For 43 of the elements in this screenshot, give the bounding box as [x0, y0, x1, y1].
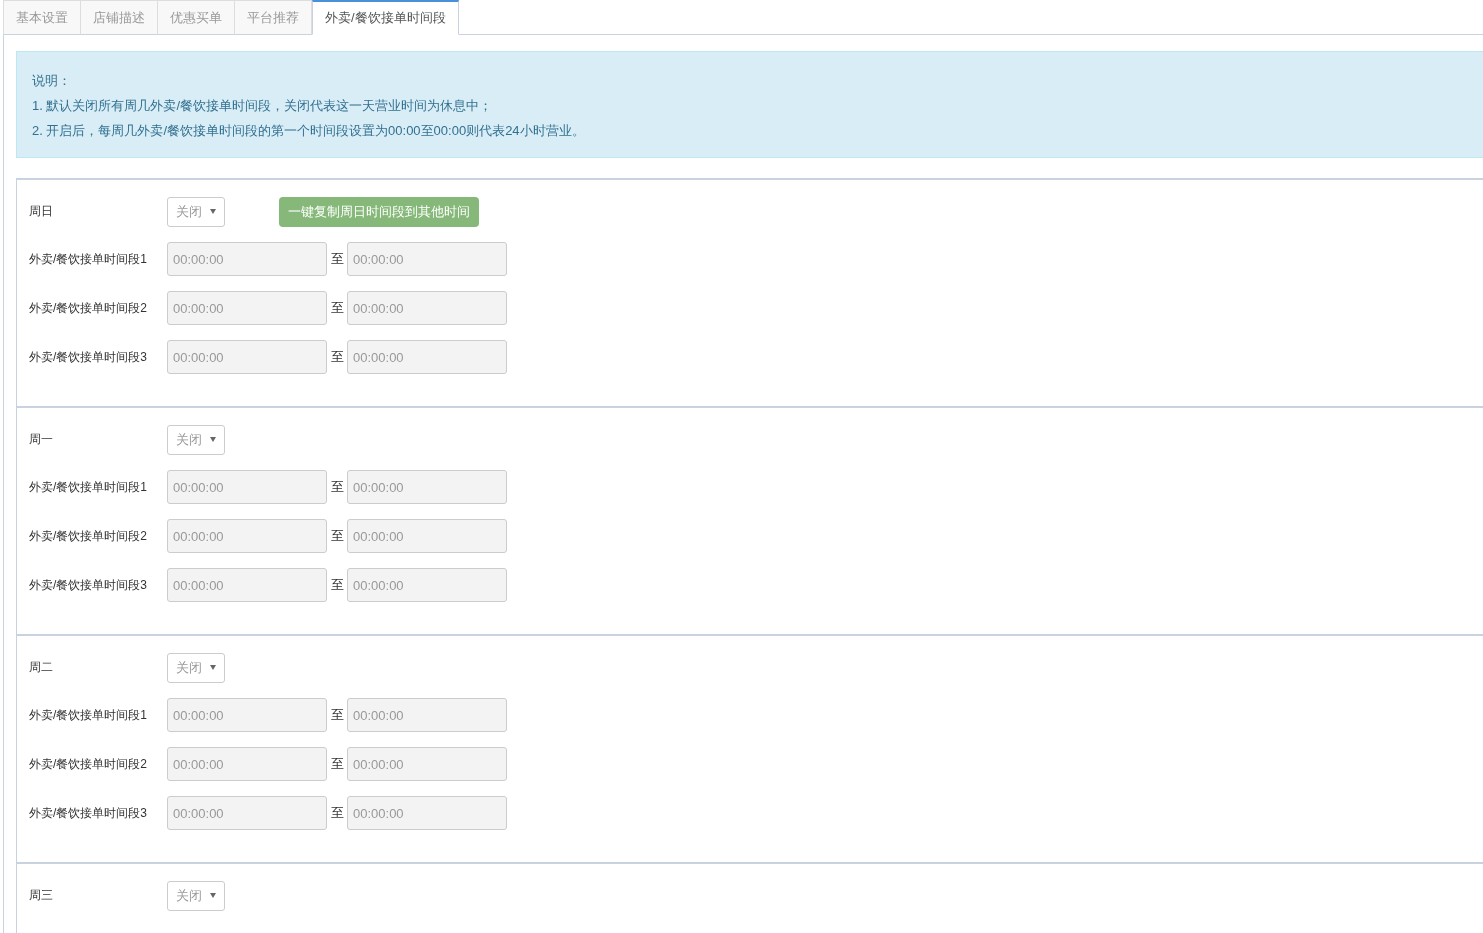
caret-icon [210, 665, 216, 670]
separator-text: 至 [329, 706, 345, 724]
day-label: 周一 [29, 431, 54, 448]
status-value: 关闭 [176, 202, 202, 221]
caret-icon [210, 893, 216, 898]
status-value: 关闭 [176, 886, 202, 905]
slot-label: 外卖/餐饮接单时间段2 [29, 755, 148, 773]
status-value: 关闭 [176, 658, 202, 677]
caret-icon [210, 437, 216, 442]
day-label: 周二 [29, 659, 54, 676]
copy-button[interactable]: 一键复制周日时间段到其他时间 [279, 196, 479, 227]
status-dropdown[interactable]: 关闭 [167, 424, 225, 455]
separator-text: 至 [329, 299, 345, 317]
slot-label: 外卖/餐饮接单时间段1 [29, 478, 148, 496]
slot-label: 外卖/餐饮接单时间段2 [29, 299, 148, 317]
separator-text: 至 [329, 478, 345, 496]
separator-text: 至 [329, 576, 345, 594]
slot-label: 外卖/餐饮接单时间段3 [29, 804, 148, 822]
status-dropdown[interactable]: 关闭 [167, 880, 225, 911]
tab[interactable]: 店铺描述 [81, 0, 158, 35]
caret-icon [210, 209, 216, 214]
separator-text: 至 [329, 755, 345, 773]
notice-text: 1. 默认关闭所有周几外卖/餐饮接单时间段，关闭代表这一天营业时间为休息中； [32, 97, 494, 115]
status-dropdown[interactable]: 关闭 [167, 196, 225, 227]
day-label: 周三 [29, 887, 54, 904]
slot-label: 外卖/餐饮接单时间段1 [29, 250, 148, 268]
separator-text: 至 [329, 527, 345, 545]
separator-text: 至 [329, 348, 345, 366]
slot-label: 外卖/餐饮接单时间段3 [29, 576, 148, 594]
tab[interactable]: 基本设置 [3, 0, 81, 35]
separator-text: 至 [329, 250, 345, 268]
separator-text: 至 [329, 804, 345, 822]
slot-label: 外卖/餐饮接单时间段3 [29, 348, 148, 366]
tab[interactable]: 平台推荐 [235, 0, 312, 35]
status-dropdown[interactable]: 关闭 [167, 652, 225, 683]
slot-label: 外卖/餐饮接单时间段2 [29, 527, 148, 545]
tab[interactable]: 优惠买单 [158, 0, 235, 35]
notice-title: 说明： [32, 72, 72, 90]
status-value: 关闭 [176, 430, 202, 449]
tab[interactable]: 外卖/餐饮接单时间段 [312, 0, 459, 35]
notice-text: 2. 开启后，每周几外卖/餐饮接单时间段的第一个时间段设置为00:00至00:00则代表24小时营业。 [32, 122, 586, 140]
slot-label: 外卖/餐饮接单时间段1 [29, 706, 148, 724]
day-label: 周日 [29, 203, 54, 220]
